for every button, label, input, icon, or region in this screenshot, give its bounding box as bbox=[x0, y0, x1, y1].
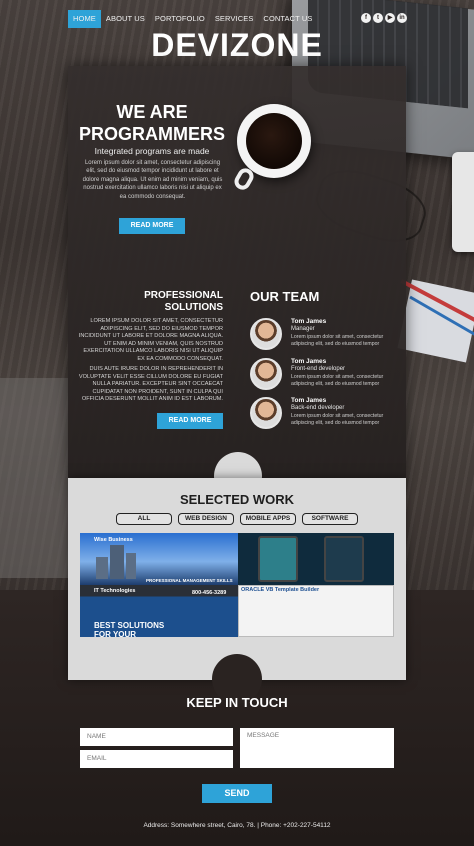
professional-paragraph-2: Duis aute irure dolor in reprehenderit i… bbox=[78, 366, 223, 403]
phone-screen-image bbox=[258, 536, 298, 582]
email-field[interactable]: EMAIL bbox=[80, 750, 233, 768]
portfolio-item-it[interactable]: IT Technologies 800-456-3289 BEST SOLUTI… bbox=[80, 585, 238, 637]
site-logo[interactable]: DEVIZONE bbox=[0, 27, 474, 64]
member-text: Lorem ipsum dolor sit amet, consectetur … bbox=[291, 334, 384, 347]
linkedin-icon[interactable]: in bbox=[397, 13, 407, 23]
shot-title: IT Technologies bbox=[94, 588, 136, 594]
hero-text: Lorem ipsum dolor sit amet, consectetur … bbox=[82, 160, 223, 200]
message-field[interactable]: MESSAGE bbox=[240, 728, 394, 768]
professional-solutions-title: PROFESSIONAL SOLUTIONS bbox=[144, 290, 223, 313]
team-member: Tom James Back-end developer Lorem ipsum… bbox=[250, 397, 400, 431]
contact-title: KEEP IN TOUCH bbox=[186, 695, 288, 710]
member-name: Tom James bbox=[291, 318, 327, 325]
team-title: OUR TEAM bbox=[250, 289, 320, 304]
avatar bbox=[250, 397, 282, 429]
member-name: Tom James bbox=[291, 397, 327, 404]
hero-title: WE ARE PROGRAMMERS bbox=[78, 102, 225, 144]
shot-headline: BEST SOLUTIONS FOR YOUR BUSINESS! bbox=[94, 621, 165, 637]
send-button[interactable]: SEND bbox=[202, 784, 272, 803]
building-shape bbox=[126, 553, 136, 579]
professional-paragraph-1: Lorem ipsum dolor sit amet, consectetur … bbox=[78, 318, 223, 362]
hero-read-more-button[interactable]: READ MORE bbox=[119, 218, 185, 234]
selected-work-title: SELECTED WORK bbox=[179, 492, 295, 507]
member-role: Front-end developer bbox=[291, 366, 346, 372]
member-text: Lorem ipsum dolor sit amet, consectetur … bbox=[291, 413, 384, 426]
hero-subtitle: Integrated programs are made bbox=[94, 146, 210, 156]
portfolio-item-business[interactable]: Wise Business PROFESSIONAL MANAGEMENT SK… bbox=[80, 533, 238, 585]
phone-screen-image bbox=[324, 536, 364, 582]
member-role: Back-end developer bbox=[291, 405, 345, 411]
team-member: Tom James Manager Lorem ipsum dolor sit … bbox=[250, 318, 400, 352]
avatar bbox=[250, 358, 282, 390]
filter-mobile-apps[interactable]: MOBILE APPS bbox=[240, 513, 296, 525]
footer-text: Address: Somewhere street, Cairo, 78. | … bbox=[143, 822, 331, 829]
twitter-icon[interactable]: t bbox=[373, 13, 383, 23]
youtube-icon[interactable]: ▶ bbox=[385, 13, 395, 23]
phone-image bbox=[452, 152, 474, 252]
filter-software[interactable]: SOFTWARE bbox=[302, 513, 358, 525]
left-paper-image bbox=[0, 378, 68, 578]
nav-home[interactable]: HOME bbox=[68, 10, 101, 28]
main-nav: HOME ABOUT US PORTOFOLIO SERVICES CONTAC… bbox=[68, 10, 317, 28]
shot-title: Wise Business bbox=[94, 537, 133, 543]
filter-web-design[interactable]: WEB DESIGN bbox=[178, 513, 234, 525]
member-text: Lorem ipsum dolor sit amet, consectetur … bbox=[291, 374, 384, 387]
portfolio-item-mobile[interactable] bbox=[238, 533, 394, 585]
member-name: Tom James bbox=[291, 358, 327, 365]
social-links: f t ▶ in bbox=[361, 13, 407, 23]
nav-services[interactable]: SERVICES bbox=[210, 10, 259, 28]
shot-title: ORACLE VB Template Builder bbox=[241, 587, 320, 593]
portfolio-item-software[interactable]: ORACLE VB Template Builder bbox=[238, 585, 394, 637]
shot-caption: PROFESSIONAL MANAGEMENT SKILLS bbox=[146, 578, 233, 583]
building-shape bbox=[110, 545, 124, 579]
professional-read-more-button[interactable]: READ MORE bbox=[157, 413, 223, 429]
paper-image bbox=[397, 279, 474, 363]
team-member: Tom James Front-end developer Lorem ipsu… bbox=[250, 358, 400, 392]
nav-portofolio[interactable]: PORTOFOLIO bbox=[150, 10, 210, 28]
nav-about-us[interactable]: ABOUT US bbox=[101, 10, 150, 28]
coffee-image bbox=[246, 113, 302, 169]
building-shape bbox=[96, 557, 108, 579]
member-role: Manager bbox=[291, 326, 315, 332]
shot-phone: 800-456-3289 bbox=[192, 590, 227, 596]
name-field[interactable]: NAME bbox=[80, 728, 233, 746]
nav-contact-us[interactable]: CONTACT US bbox=[258, 10, 317, 28]
avatar bbox=[250, 318, 282, 350]
facebook-icon[interactable]: f bbox=[361, 13, 371, 23]
filter-all[interactable]: ALL bbox=[116, 513, 172, 525]
